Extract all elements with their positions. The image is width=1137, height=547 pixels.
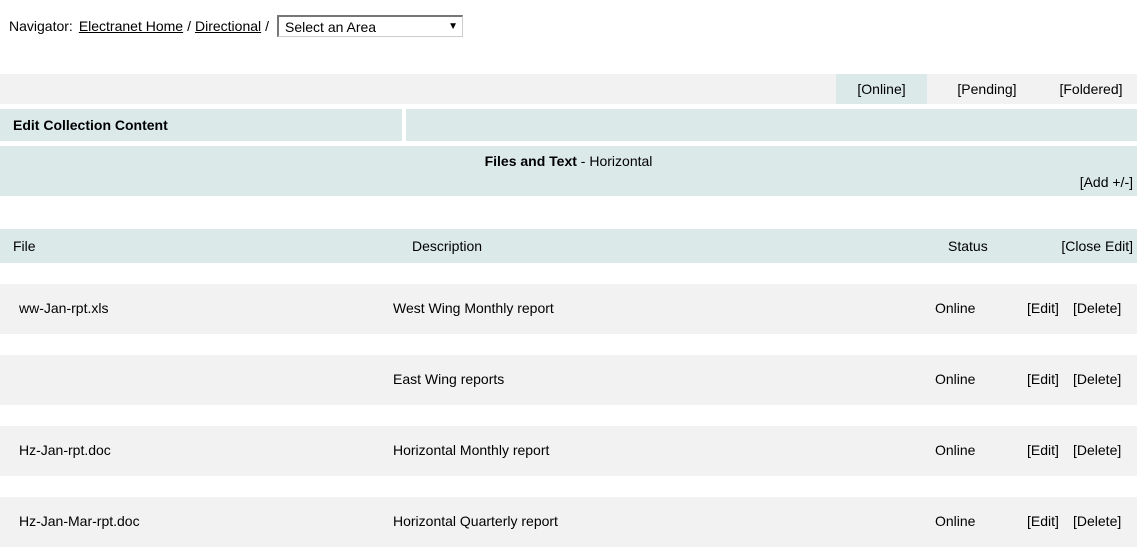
row-edit-button[interactable]: [Edit] xyxy=(1027,300,1059,316)
table-row: Hz-Jan-Mar-rpt.doc Horizontal Quarterly … xyxy=(0,497,1137,547)
table-header: File Description Status [Close Edit] xyxy=(0,229,1137,263)
row-edit-button[interactable]: [Edit] xyxy=(1027,442,1059,458)
breadcrumb-electranet-home[interactable]: Electranet Home xyxy=(79,18,183,34)
row-file: ww-Jan-rpt.xls xyxy=(19,300,109,316)
column-header-file: File xyxy=(13,238,36,254)
add-button[interactable]: [Add +/-] xyxy=(1080,174,1133,190)
row-description: East Wing reports xyxy=(393,371,505,387)
table-row: East Wing reports Online [Edit] [Delete] xyxy=(0,355,1137,405)
tab-pending-label: [Pending] xyxy=(957,81,1017,97)
navigator-label: Navigator: xyxy=(9,18,73,34)
row-status: Online xyxy=(935,300,976,316)
row-edit-button[interactable]: [Edit] xyxy=(1027,513,1059,529)
navigator-bar: Navigator: Electranet Home / Directional… xyxy=(9,14,464,38)
header-divider xyxy=(402,109,406,141)
tab-foldered-label: [Foldered] xyxy=(1059,81,1123,97)
table-row: Hz-Jan-rpt.doc Horizontal Monthly report… xyxy=(0,426,1137,476)
row-delete-button[interactable]: [Delete] xyxy=(1073,442,1121,458)
table-row: ww-Jan-rpt.xls West Wing Monthly report … xyxy=(0,284,1137,334)
section-header: Edit Collection Content xyxy=(0,109,1137,141)
tab-online[interactable]: [Online] xyxy=(836,74,927,104)
collection-header: Files and Text - Horizontal [Add +/-] xyxy=(0,146,1137,196)
breadcrumb-directional[interactable]: Directional xyxy=(195,18,261,34)
row-file: Hz-Jan-Mar-rpt.doc xyxy=(19,513,140,529)
row-status: Online xyxy=(935,442,976,458)
column-header-status: Status xyxy=(948,238,988,254)
area-select[interactable]: Select an Area ▼ xyxy=(277,15,464,37)
breadcrumb-separator: / xyxy=(187,18,191,34)
tab-foldered[interactable]: [Foldered] xyxy=(1045,74,1137,104)
row-description: Horizontal Quarterly report xyxy=(393,513,558,529)
area-select-value: Select an Area xyxy=(285,18,377,35)
row-delete-button[interactable]: [Delete] xyxy=(1073,513,1121,529)
row-edit-button[interactable]: [Edit] xyxy=(1027,371,1059,387)
collection-title: Files and Text - Horizontal xyxy=(0,153,1137,169)
status-tab-bar: [Online] [Pending] [Foldered] xyxy=(0,74,1137,104)
row-delete-button[interactable]: [Delete] xyxy=(1073,371,1121,387)
row-file: Hz-Jan-rpt.doc xyxy=(19,442,111,458)
dropdown-arrow-icon[interactable]: ▼ xyxy=(444,18,462,36)
section-title: Edit Collection Content xyxy=(13,117,168,133)
breadcrumb-separator: / xyxy=(265,18,270,34)
column-header-description: Description xyxy=(412,238,483,254)
row-description: West Wing Monthly report xyxy=(393,300,554,316)
collection-title-rest: - Horizontal xyxy=(576,153,653,169)
close-edit-button[interactable]: [Close Edit] xyxy=(1061,238,1133,254)
row-description: Horizontal Monthly report xyxy=(393,442,550,458)
row-status: Online xyxy=(935,371,976,387)
row-delete-button[interactable]: [Delete] xyxy=(1073,300,1121,316)
tab-online-label: [Online] xyxy=(857,81,906,97)
collection-title-bold: Files and Text xyxy=(484,153,577,169)
tab-pending[interactable]: [Pending] xyxy=(932,74,1042,104)
row-status: Online xyxy=(935,513,976,529)
